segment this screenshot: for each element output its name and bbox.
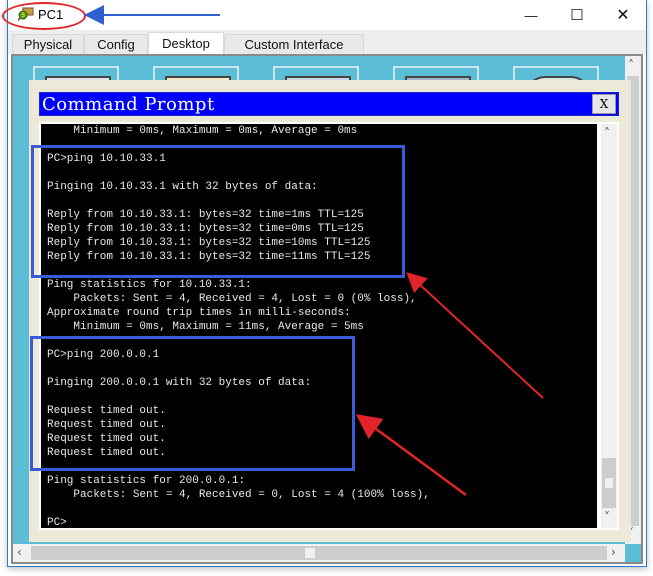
failure-pointer-arrow xyxy=(355,414,467,497)
annotation-arrows xyxy=(84,5,544,497)
success-pointer-arrow xyxy=(406,272,544,399)
